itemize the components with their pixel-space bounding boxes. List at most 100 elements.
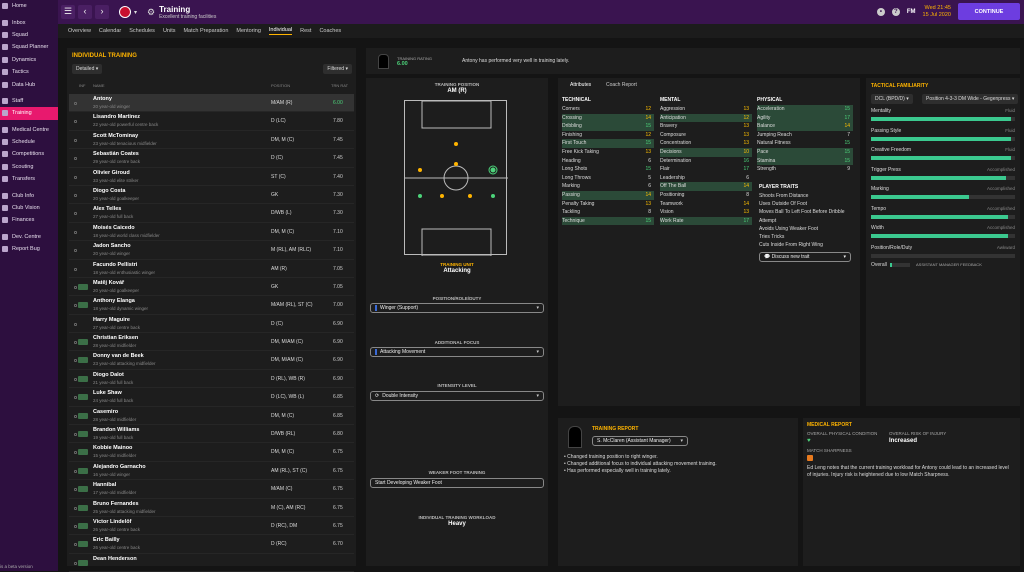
player-name[interactable]: Antony bbox=[93, 96, 112, 102]
attribute-flair[interactable]: Flair 17 bbox=[660, 165, 752, 174]
forward-button[interactable]: › bbox=[95, 5, 109, 19]
table-row[interactable]: Olivier Giroud 33 year-old elite striker S… bbox=[69, 168, 354, 186]
table-row[interactable]: Lisandro Martinez 22 year-old powerful ce… bbox=[69, 112, 354, 131]
attribute-off-the-ball[interactable]: Off The Ball 14 bbox=[660, 182, 752, 191]
player-name[interactable]: Olivier Giroud bbox=[93, 170, 130, 176]
row-checkbox[interactable] bbox=[74, 102, 77, 105]
row-checkbox[interactable] bbox=[74, 396, 77, 400]
position-marker[interactable] bbox=[468, 194, 472, 198]
role-dropdown[interactable]: DCL (BPD/D) ▾ bbox=[871, 94, 913, 104]
col-rating[interactable]: TRN RAT bbox=[331, 83, 348, 88]
sidebar-item-dev-centre[interactable]: Dev. Centre bbox=[0, 231, 58, 243]
tab-rest[interactable]: Rest bbox=[300, 28, 311, 34]
player-name[interactable]: Anthony Elanga bbox=[93, 298, 135, 304]
table-row[interactable]: Luke Shaw 24 year-old full back D (LC), WB… bbox=[69, 388, 354, 407]
attribute-long-throws[interactable]: Long Throws 5 bbox=[562, 174, 654, 183]
player-name[interactable]: Victor Lindelöf bbox=[93, 519, 131, 525]
row-checkbox[interactable] bbox=[74, 249, 77, 253]
attribute-free-kick-taking[interactable]: Free Kick Taking 13 bbox=[562, 148, 654, 157]
attribute-bravery[interactable]: Bravery 13 bbox=[660, 122, 752, 131]
row-checkbox[interactable] bbox=[74, 433, 77, 437]
player-name[interactable]: Casemiro bbox=[93, 409, 118, 415]
attribute-balance[interactable]: Balance 14 bbox=[757, 122, 853, 131]
position-marker[interactable] bbox=[418, 194, 422, 198]
attribute-decisions[interactable]: Decisions 10 bbox=[660, 148, 752, 157]
row-checkbox[interactable] bbox=[74, 414, 77, 418]
row-checkbox[interactable] bbox=[74, 341, 77, 345]
player-name[interactable]: Scott McTominay bbox=[93, 133, 138, 139]
table-row[interactable]: Casemiro 28 year-old midfielder DM, M (C) 6… bbox=[69, 407, 354, 426]
attribute-determination[interactable]: Determination 16 bbox=[660, 157, 752, 166]
attribute-natural-fitness[interactable]: Natural Fitness 15 bbox=[757, 139, 853, 148]
table-row[interactable]: Anthony Elanga 18 year-old dynamic winger… bbox=[69, 296, 354, 315]
player-name[interactable]: Moisés Caicedo bbox=[93, 225, 135, 231]
menu-icon[interactable]: ☰ bbox=[61, 5, 75, 19]
player-name[interactable]: Brandon Williams bbox=[93, 427, 139, 433]
tab-calendar[interactable]: Calendar bbox=[99, 28, 121, 34]
player-name[interactable]: Diogo Costa bbox=[93, 188, 125, 194]
row-checkbox[interactable] bbox=[74, 561, 77, 565]
col-name[interactable]: NAME bbox=[93, 83, 105, 88]
row-checkbox[interactable] bbox=[74, 377, 77, 381]
attribute-leadership[interactable]: Leadership 6 bbox=[660, 174, 752, 183]
row-checkbox[interactable] bbox=[74, 120, 77, 124]
unit-label[interactable]: TRAINING UNIT bbox=[366, 262, 548, 267]
sidebar-item-staff[interactable]: Staff bbox=[0, 95, 58, 107]
table-row[interactable]: Alejandro Garnacho 16 year-old winger AM (… bbox=[69, 462, 354, 481]
row-checkbox[interactable] bbox=[74, 304, 77, 308]
tab-coach-report[interactable]: Coach Report bbox=[606, 82, 637, 88]
row-checkbox[interactable] bbox=[74, 285, 77, 289]
position-marker[interactable] bbox=[491, 194, 495, 198]
attribute-marking[interactable]: Marking 6 bbox=[562, 182, 654, 191]
sidebar-item-inbox[interactable]: Inbox bbox=[0, 16, 58, 28]
table-row[interactable]: Donny van de Beek 23 year-old attacking m… bbox=[69, 351, 354, 370]
position-marker[interactable] bbox=[418, 168, 422, 172]
table-row[interactable]: Brandon Williams 19 year-old full back D/W… bbox=[69, 425, 354, 444]
attribute-aggression[interactable]: Aggression 13 bbox=[660, 105, 752, 114]
table-row[interactable]: Christian Eriksen 28 year-old midfielder D… bbox=[69, 333, 354, 352]
player-name[interactable]: Matěj Kovář bbox=[93, 280, 124, 286]
attribute-concentration[interactable]: Concentration 13 bbox=[660, 139, 752, 148]
continue-button[interactable]: CONTINUE bbox=[958, 3, 1020, 20]
table-row[interactable]: Facundo Pellistri 18 year-old enthusiasti… bbox=[69, 260, 354, 278]
attribute-positioning[interactable]: Positioning 8 bbox=[660, 191, 752, 200]
player-name[interactable]: Sebastián Coates bbox=[93, 151, 139, 157]
tab-coaches[interactable]: Coaches bbox=[319, 28, 341, 34]
row-checkbox[interactable] bbox=[74, 193, 77, 197]
table-row[interactable]: Eric Bailly 26 year-old centre back D (RC)… bbox=[69, 535, 354, 554]
tab-units[interactable]: Units bbox=[163, 28, 176, 34]
table-row[interactable]: Kobbie Mainoo 15 year-old midfielder DM, M… bbox=[69, 443, 354, 462]
tab-schedules[interactable]: Schedules bbox=[129, 28, 155, 34]
sidebar-item-competitions[interactable]: Competitions bbox=[0, 148, 58, 160]
attribute-dribbling[interactable]: Dribbling 15 bbox=[562, 122, 654, 131]
fm-logo[interactable]: FM bbox=[907, 9, 916, 15]
attribute-jumping-reach[interactable]: Jumping Reach 7 bbox=[757, 131, 853, 140]
player-name[interactable]: Lisandro Martinez bbox=[93, 114, 140, 120]
coach-select[interactable]: S. McClaren (Assistant Manager) ▾ bbox=[592, 436, 688, 446]
table-row[interactable]: Alex Telles 27 year-old full back D/WB (L)… bbox=[69, 204, 354, 223]
row-checkbox[interactable] bbox=[74, 212, 77, 216]
player-name[interactable]: Alejandro Garnacho bbox=[93, 464, 146, 470]
table-row[interactable]: Moisés Caicedo 18 year-old world class mi… bbox=[69, 223, 354, 242]
table-row[interactable]: Diogo Dalot 21 year-old full back D (RL), … bbox=[69, 370, 354, 389]
table-row[interactable]: Victor Lindelöf 26 year-old centre back D … bbox=[69, 517, 354, 536]
table-row[interactable]: Scott McTominay 23 year-old tenacious mid… bbox=[69, 131, 354, 150]
attribute-corners[interactable]: Corners 12 bbox=[562, 105, 654, 114]
row-checkbox[interactable] bbox=[74, 506, 77, 510]
col-position[interactable]: POSITION bbox=[271, 83, 290, 88]
selected-position-marker[interactable] bbox=[490, 167, 496, 173]
col-inf[interactable]: INF bbox=[79, 83, 85, 88]
report-title[interactable]: TRAINING REPORT bbox=[592, 426, 638, 432]
row-checkbox[interactable] bbox=[74, 469, 77, 473]
player-name[interactable]: Kobbie Mainoo bbox=[93, 445, 132, 451]
table-row[interactable]: Matěj Kovář 20 year-old goalkeeper GK 7.05 bbox=[69, 278, 354, 297]
discuss-trait-select[interactable]: 💬 Discuss new trait ▾ bbox=[759, 252, 851, 262]
intensity-select[interactable]: ⟳ Double Intensity ▾ bbox=[370, 391, 544, 401]
position-marker[interactable] bbox=[440, 194, 444, 198]
sidebar-item-scouting[interactable]: Scouting bbox=[0, 161, 58, 173]
chevron-down-icon[interactable]: ▾ bbox=[134, 9, 137, 16]
sidebar-item-training[interactable]: Training bbox=[0, 107, 58, 120]
player-name[interactable]: Alex Telles bbox=[93, 206, 121, 212]
table-row[interactable]: Hannibal 17 year-old midfielder M/AM (C) 6.… bbox=[69, 480, 354, 499]
attribute-vision[interactable]: Vision 13 bbox=[660, 208, 752, 217]
